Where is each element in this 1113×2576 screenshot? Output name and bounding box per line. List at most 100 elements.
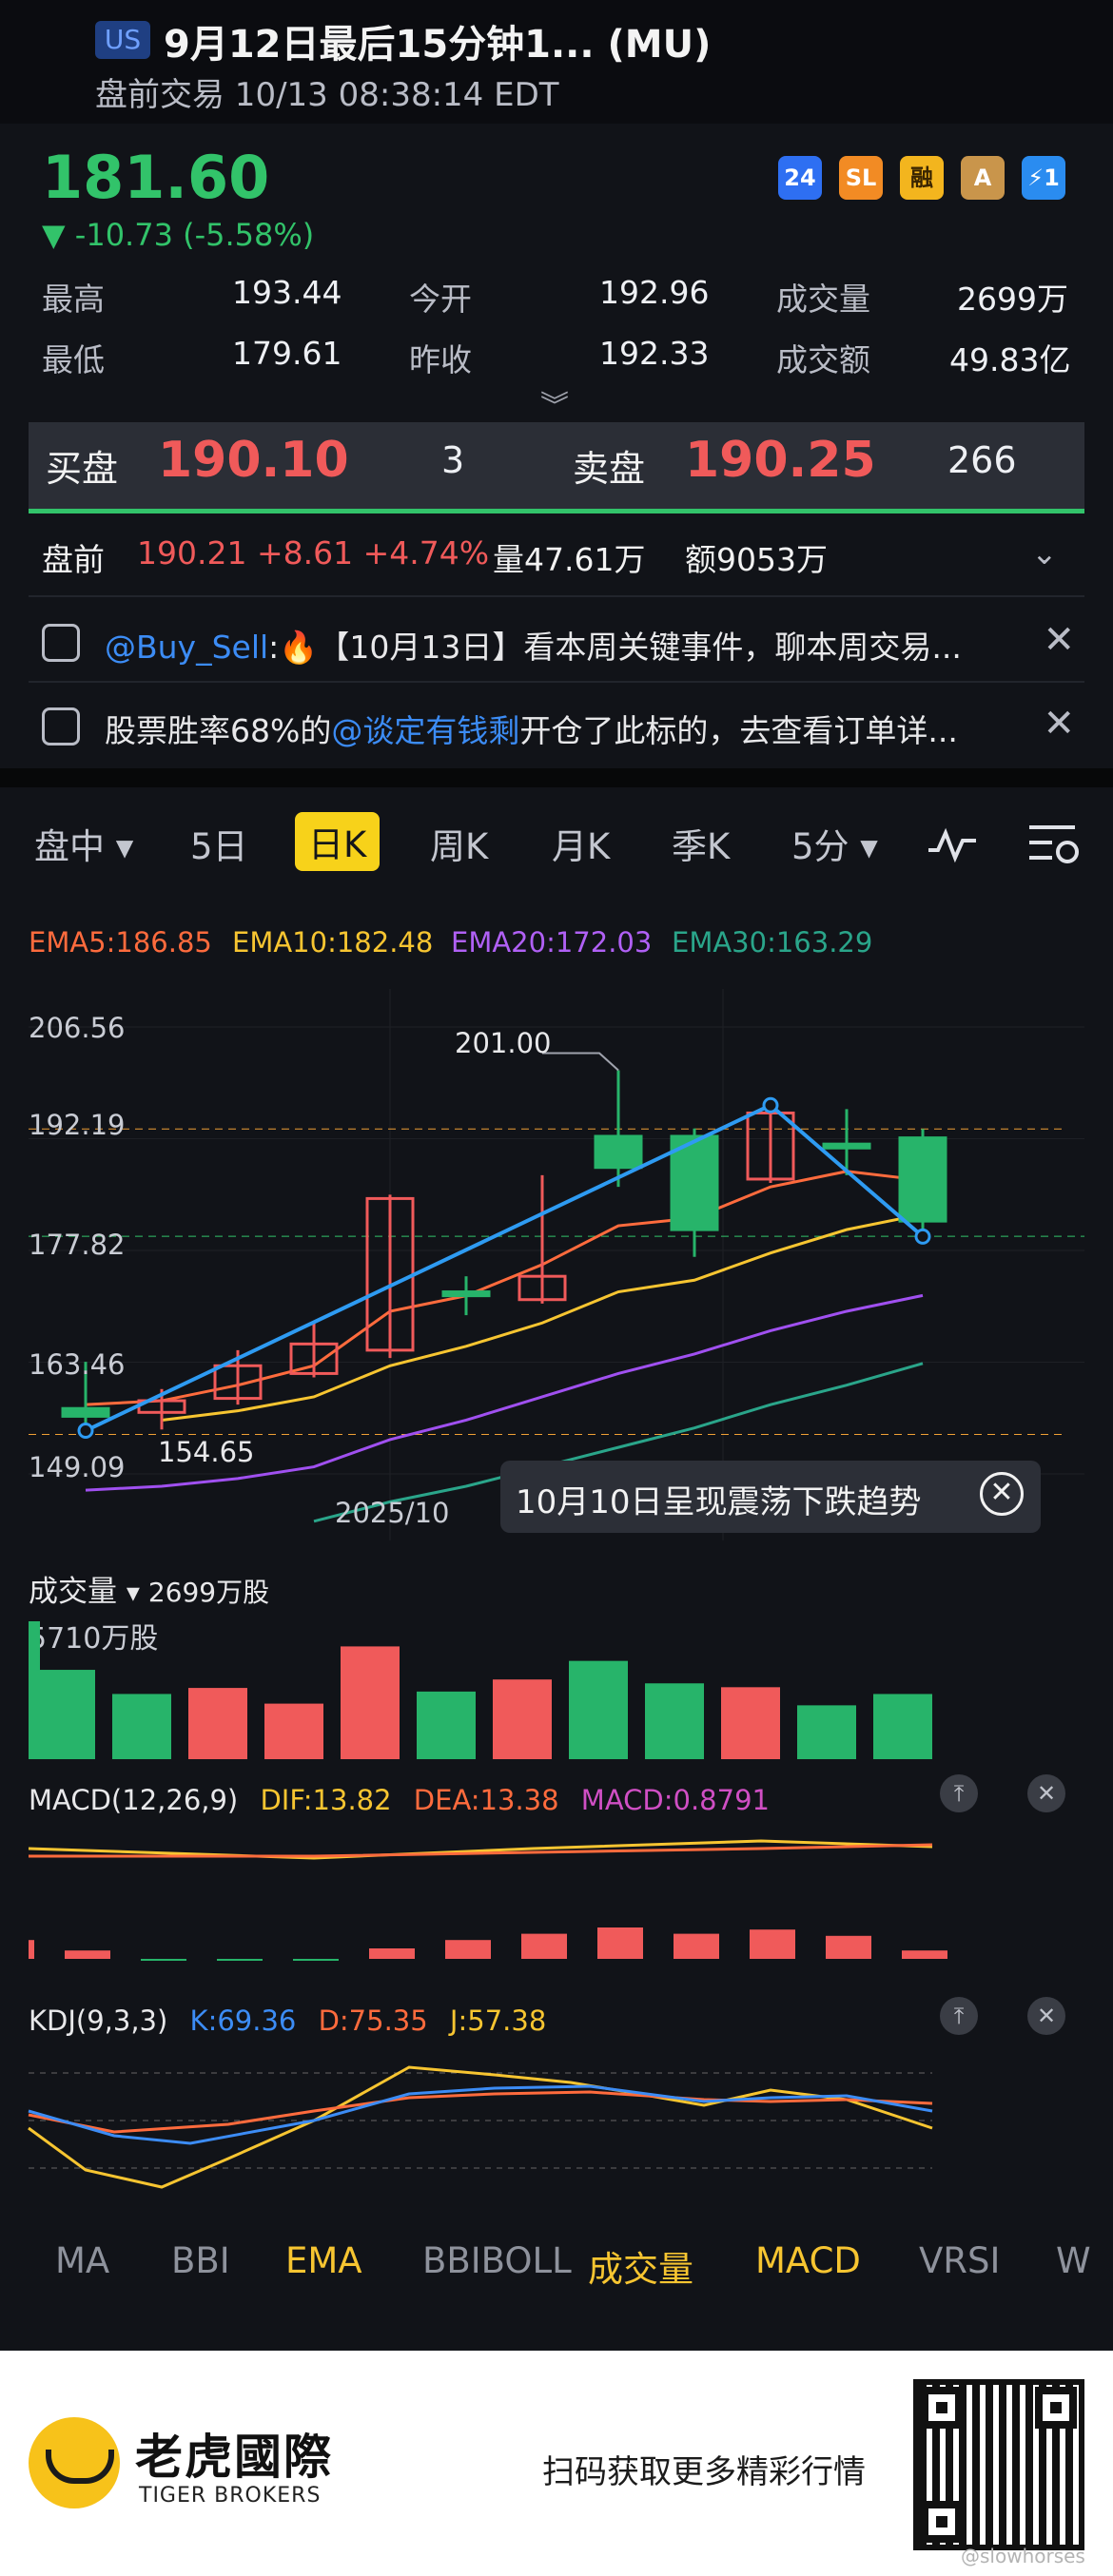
amount-value: 49.83亿 <box>949 341 1071 378</box>
kdj-header: KDJ(9,3,3) K:69.36 D:75.35 J:57.38 <box>29 2005 546 2037</box>
tab-weekly-k[interactable]: 周K <box>430 818 488 869</box>
quote-stats: 最高 193.44 今开 192.96 成交量 2699万 最低 179.61 … <box>42 274 1075 396</box>
section-gap <box>0 768 1113 787</box>
high-marker-label: 201.00 <box>455 1027 552 1059</box>
premarket-amount: 额9053万 <box>685 541 828 578</box>
close-icon[interactable]: ✕ <box>980 1472 1024 1516</box>
flash-icon[interactable]: ⚡1 <box>1022 156 1065 200</box>
macd-chart <box>28 1839 947 1961</box>
trading-session-time: 盘前交易 10/13 08:38:14 EDT <box>95 76 559 114</box>
y-tick-5: 149.09 <box>29 1451 126 1483</box>
prev-close-value: 192.33 <box>599 335 710 372</box>
chart-share-icon <box>42 707 80 746</box>
brand-name-cn: 老虎國際 <box>135 2430 333 2485</box>
news-author-link[interactable]: @Buy_Sell <box>105 629 268 666</box>
tab-daily-k[interactable]: 日K <box>295 812 381 871</box>
y-tick-2: 192.19 <box>29 1109 126 1141</box>
trend-popup[interactable]: 10月10日呈现震荡下跌趋势 ✕ <box>500 1461 1041 1533</box>
volume-bar <box>873 1694 932 1759</box>
macd-bar <box>826 1935 871 1959</box>
indicator-tabs: MA BBI EMA BBIBOLL 成交量 MACD VRSI W <box>0 2240 1113 2297</box>
premarket-volume: 量47.61万 <box>493 541 646 578</box>
kdj-d: D:75.35 <box>318 2005 428 2037</box>
premarket-label: 盘前 <box>42 541 105 578</box>
macd-bar <box>445 1940 491 1959</box>
bid-qty: 3 <box>441 439 465 481</box>
tab-intraday[interactable]: 盘中 ▾ <box>34 818 133 869</box>
y-tick-3: 177.82 <box>29 1229 126 1261</box>
tab-ema[interactable]: EMA <box>285 2240 362 2281</box>
ask-label: 卖盘 <box>573 448 646 490</box>
kdj-k: K:69.36 <box>189 2005 297 2037</box>
y-tick-4: 163.46 <box>29 1348 126 1381</box>
chevron-down-icon[interactable]: ⌄ <box>1031 534 1058 571</box>
macd-bar <box>750 1929 795 1959</box>
price-change: ▼ -10.73 (-5.58%) <box>42 217 315 253</box>
news-item[interactable]: 股票胜率68%的@谈定有钱剩开仓了此标的，去查看订单详... ✕ <box>42 702 1075 759</box>
candle-body <box>898 1136 947 1223</box>
popup-text: 10月10日呈现震荡下跌趋势 <box>516 1483 922 1521</box>
volume-bar <box>188 1688 247 1759</box>
tab-monthly-k[interactable]: 月K <box>552 818 610 869</box>
tab-bbiboll[interactable]: BBIBOLL <box>422 2240 572 2281</box>
chart-settings-icon[interactable] <box>1027 820 1081 867</box>
scan-prompt: 扫码获取更多精彩行情 <box>542 2453 866 2491</box>
trend-point <box>77 1423 94 1440</box>
bid-price[interactable]: 190.10 <box>158 432 349 489</box>
close-icon[interactable]: ✕ <box>1043 702 1075 746</box>
tab-5min[interactable]: 5分 ▾ <box>791 818 878 869</box>
pin-icon[interactable]: ⤒ <box>940 1997 978 2035</box>
pin-icon[interactable]: ⤒ <box>940 1774 978 1812</box>
high-marker-leader <box>542 1052 619 1072</box>
open-label: 今开 <box>409 281 472 318</box>
volume-bar <box>264 1703 323 1759</box>
stock-title[interactable]: 9月12日最后15分钟1... (MU) <box>164 13 711 68</box>
tab-bbi[interactable]: BBI <box>171 2240 230 2281</box>
volume-bar <box>569 1660 628 1759</box>
trend-point <box>914 1228 931 1245</box>
news-item[interactable]: @Buy_Sell:🔥【10月13日】看本周关键事件，聊本周交易... ✕ <box>42 618 1075 675</box>
margin-icon[interactable]: 融 <box>900 156 944 200</box>
volume-bar <box>112 1694 171 1759</box>
grade-a-icon[interactable]: A <box>961 156 1005 200</box>
macd-bar <box>293 1959 339 1961</box>
period-tabs: 盘中 ▾ 5日 日K 周K 月K 季K 5分 ▾ <box>0 806 1113 882</box>
divider <box>29 595 1084 597</box>
close-icon[interactable]: ✕ <box>1027 1997 1065 2035</box>
volume-value: 2699万 <box>957 281 1068 318</box>
high-value: 193.44 <box>232 274 342 311</box>
24h-trading-icon[interactable]: 24 <box>778 156 822 200</box>
amount-label: 成交额 <box>776 341 870 378</box>
ask-qty: 266 <box>947 439 1017 481</box>
macd-bar <box>597 1927 643 1959</box>
ema5-legend: EMA5:186.85 <box>29 926 212 959</box>
tab-volume[interactable]: 成交量 <box>588 2240 693 2292</box>
tab-5day[interactable]: 5日 <box>190 818 248 869</box>
short-lending-icon[interactable]: SL <box>839 156 883 200</box>
volume-bar <box>797 1705 856 1759</box>
market-badge: US <box>95 21 150 59</box>
news-user-link[interactable]: @谈定有钱剩 <box>331 712 519 749</box>
close-icon[interactable]: ✕ <box>1027 1774 1065 1812</box>
line-mode-icon[interactable] <box>925 825 980 863</box>
kdj-chart <box>28 2065 933 2189</box>
trend-line <box>85 1102 925 1433</box>
volume-chart <box>29 1621 932 1759</box>
tab-ma[interactable]: MA <box>55 2240 109 2281</box>
tab-vrsi[interactable]: VRSI <box>919 2240 1000 2281</box>
volume-panel-title[interactable]: 成交量 ▾ 2699万股 <box>29 1567 269 1610</box>
kdj-j: J:57.38 <box>449 2005 547 2037</box>
tab-quarterly-k[interactable]: 季K <box>672 818 730 869</box>
close-icon[interactable]: ✕ <box>1043 618 1075 662</box>
top-bar: US 9月12日最后15分钟1... (MU) 盘前交易 10/13 08:38… <box>0 0 1113 124</box>
qr-finder-icon <box>1035 2387 1077 2429</box>
macd-bar <box>902 1950 947 1959</box>
volume-bar <box>721 1687 780 1759</box>
tab-w[interactable]: W <box>1056 2240 1091 2281</box>
expand-stats-chevron-icon[interactable]: ︾ <box>540 382 569 424</box>
qr-code <box>913 2379 1084 2550</box>
ask-price[interactable]: 190.25 <box>685 432 876 489</box>
trend-point <box>762 1096 779 1114</box>
open-value: 192.96 <box>599 274 710 311</box>
tab-macd[interactable]: MACD <box>755 2240 861 2281</box>
